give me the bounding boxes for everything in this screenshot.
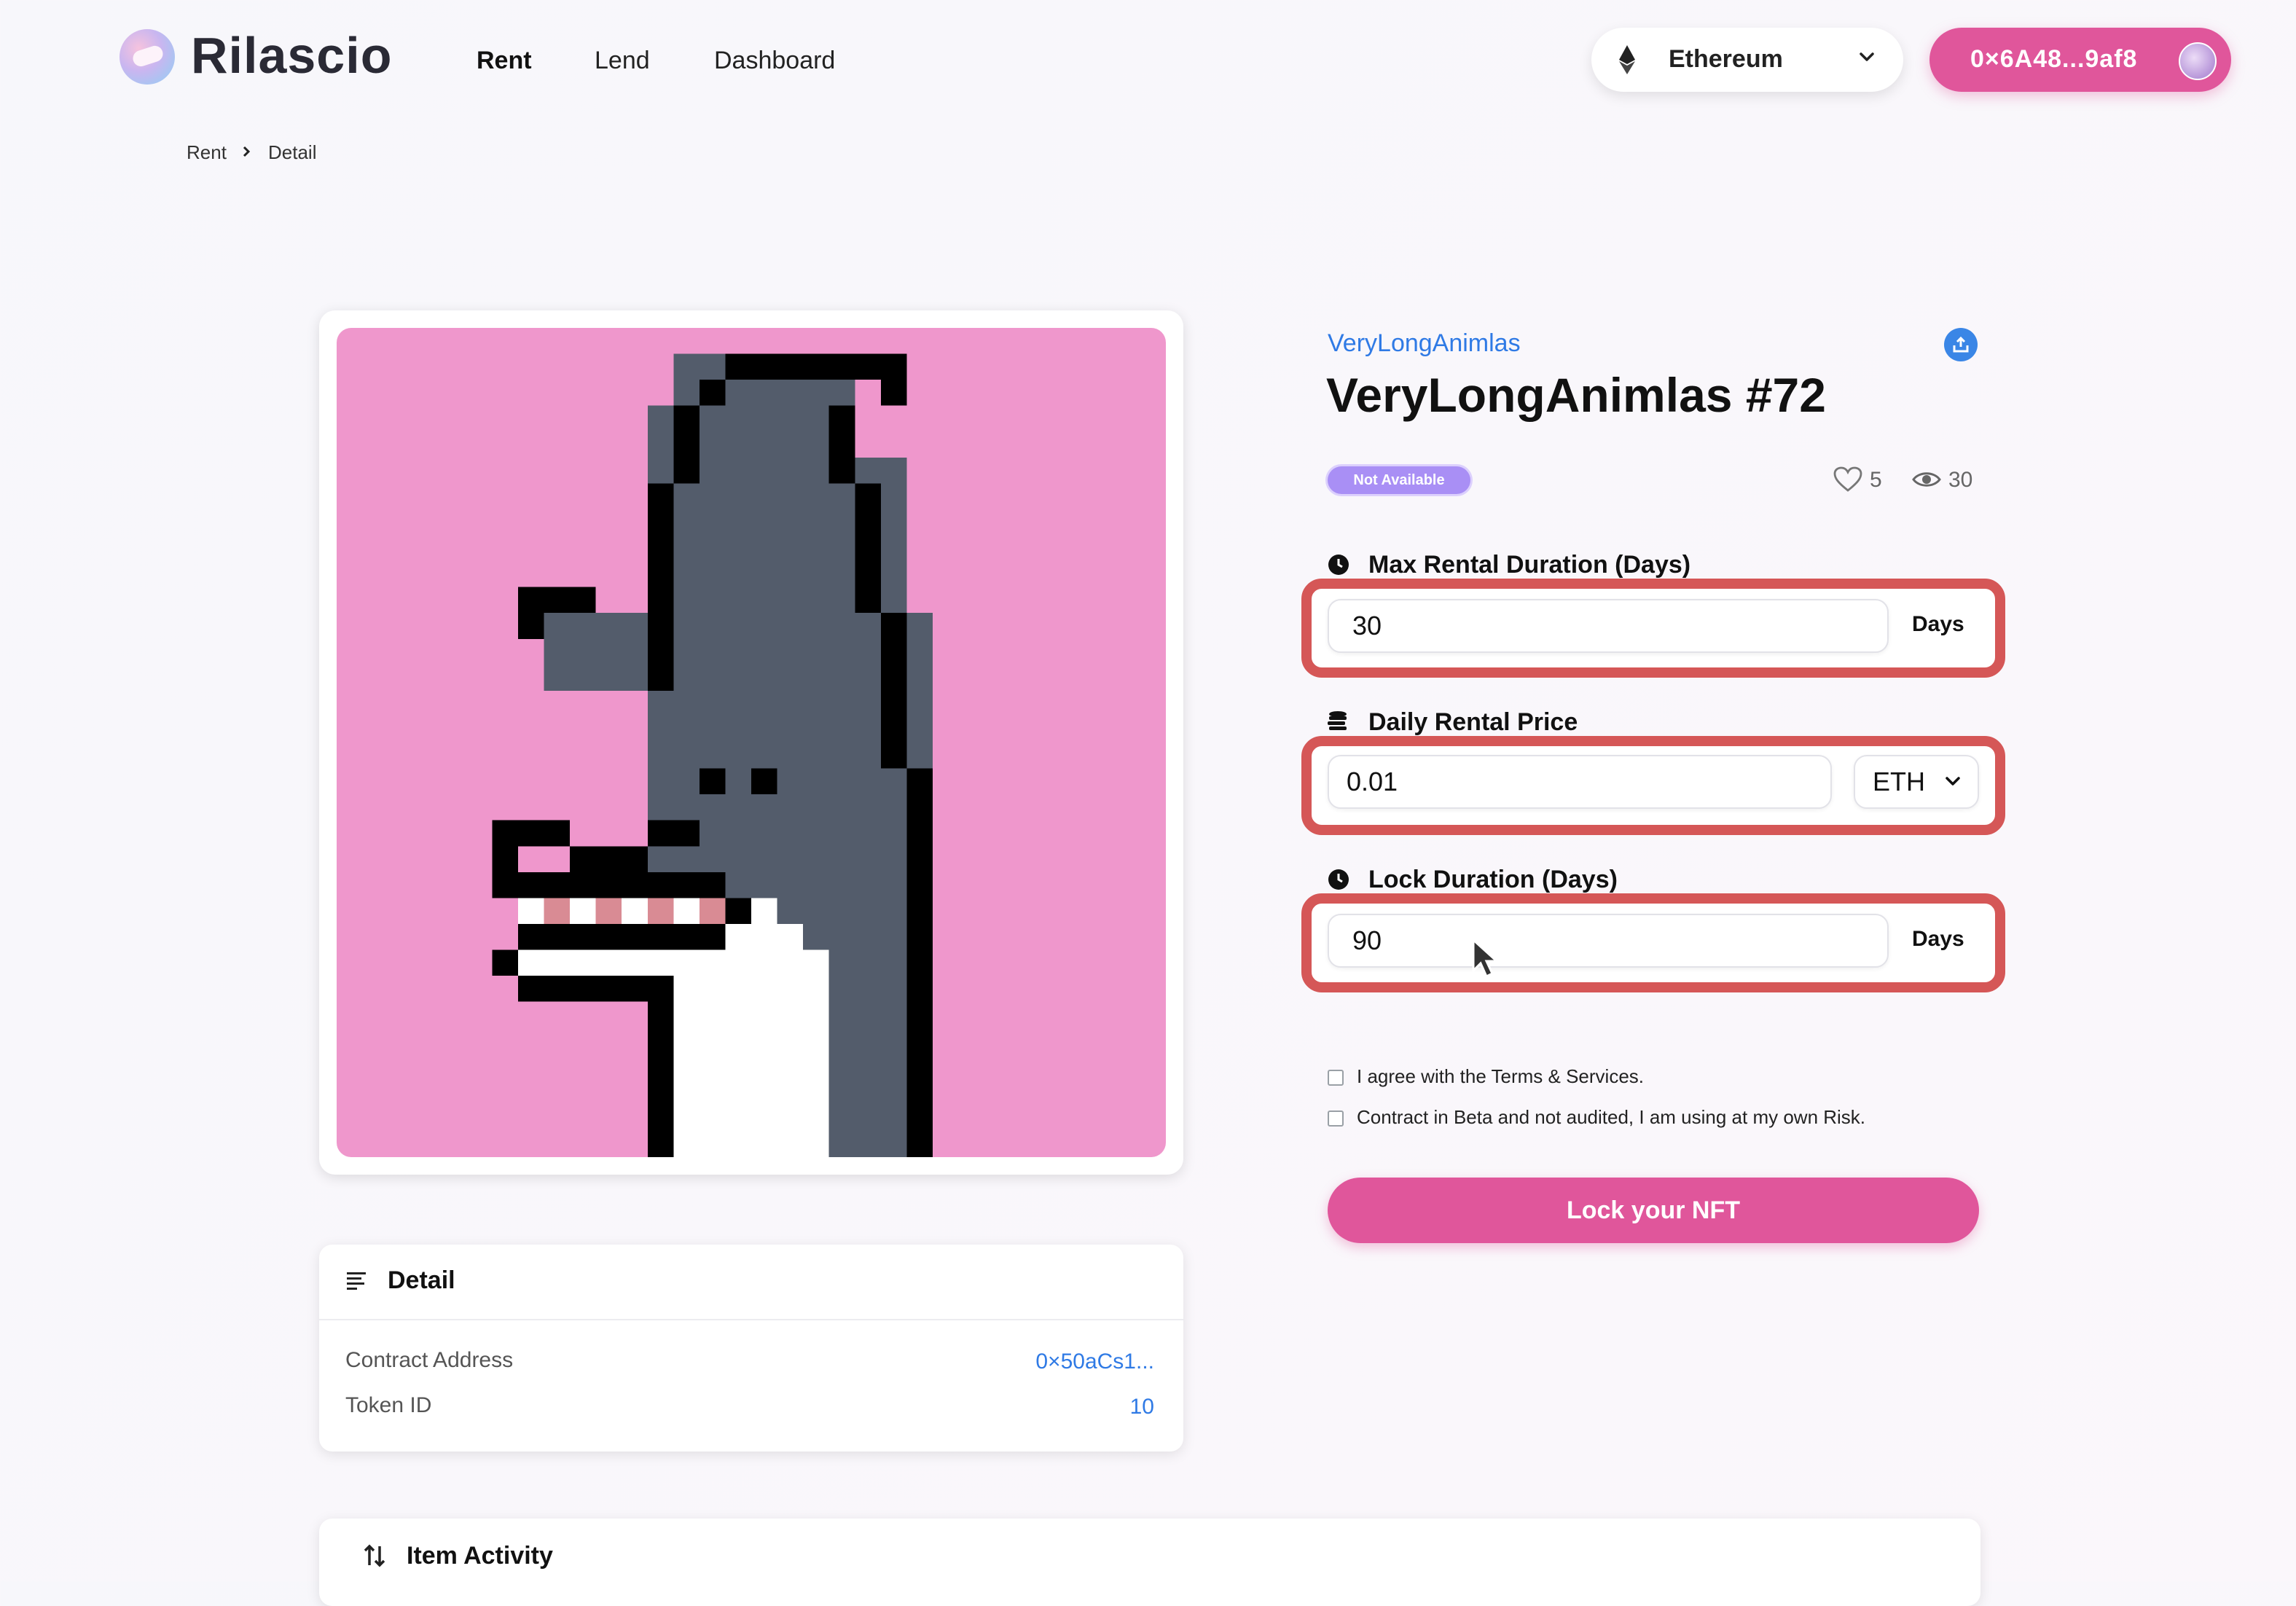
terms-label: I agree with the Terms & Services. — [1357, 1065, 1645, 1087]
lock-nft-button[interactable]: Lock your NFT — [1328, 1178, 1979, 1243]
status-badge: Not Available — [1328, 466, 1470, 494]
coins-icon — [1328, 711, 1347, 730]
item-activity-title: Item Activity — [407, 1542, 553, 1570]
lock-duration-value: 90 — [1352, 925, 1382, 955]
chevron-down-icon — [1946, 777, 1960, 786]
nft-image[interactable] — [337, 328, 1166, 1157]
max-duration-value: 30 — [1352, 611, 1382, 641]
ethereum-icon — [1619, 45, 1635, 74]
nav-lend[interactable]: Lend — [595, 47, 650, 75]
contract-address-link[interactable]: 0×50aCs1... — [1035, 1350, 1154, 1374]
nft-pixel-art — [492, 353, 933, 1157]
contract-address-label: Contract Address — [345, 1348, 514, 1372]
nav-dashboard[interactable]: Dashboard — [714, 47, 835, 75]
detail-card: Detail Contract Address 0×50aCs1... Toke… — [319, 1245, 1183, 1452]
avatar — [2179, 42, 2217, 80]
daily-price-label: Daily Rental Price — [1368, 708, 1578, 736]
terms-checkbox[interactable] — [1328, 1070, 1344, 1086]
risk-checkbox[interactable] — [1328, 1111, 1344, 1127]
max-duration-unit: Days — [1912, 612, 1964, 636]
collection-link[interactable]: VeryLongAnimlas — [1328, 329, 1521, 358]
heart-icon[interactable] — [1833, 466, 1862, 493]
lock-duration-label: Lock Duration (Days) — [1368, 866, 1618, 893]
currency-select[interactable]: ETH — [1854, 755, 1979, 809]
likes-count: 5 — [1870, 468, 1882, 492]
item-activity-card[interactable]: Item Activity — [319, 1519, 1980, 1606]
wallet-button[interactable]: 0×6A48...9af8 — [1929, 28, 2231, 92]
breadcrumb-rent[interactable]: Rent — [187, 141, 227, 164]
list-icon — [347, 1272, 366, 1290]
sort-arrows-icon — [364, 1544, 385, 1567]
token-id-value[interactable]: 10 — [1130, 1395, 1154, 1419]
nft-image-card — [319, 310, 1183, 1175]
detail-header[interactable]: Detail — [319, 1245, 1183, 1320]
lock-duration-unit: Days — [1912, 927, 1964, 951]
nav-rent[interactable]: Rent — [477, 47, 532, 75]
token-id-label: Token ID — [345, 1393, 432, 1417]
breadcrumb-detail: Detail — [268, 141, 317, 163]
daily-price-value: 0.01 — [1347, 767, 1398, 796]
daily-price-input[interactable]: 0.01 — [1328, 755, 1832, 809]
eye-icon — [1912, 472, 1941, 487]
network-selector[interactable]: Ethereum — [1591, 28, 1903, 92]
max-duration-input[interactable]: 30 — [1328, 599, 1889, 653]
chevron-down-icon — [1860, 52, 1874, 61]
risk-label: Contract in Beta and not audited, I am u… — [1357, 1106, 1866, 1128]
brand-logo-icon[interactable] — [119, 29, 175, 85]
max-duration-label: Max Rental Duration (Days) — [1368, 551, 1691, 579]
chevron-right-icon — [243, 146, 251, 157]
share-icon — [1953, 336, 1969, 353]
currency-value: ETH — [1873, 767, 1925, 796]
mouse-cursor-icon — [1472, 939, 1500, 979]
clock-icon — [1328, 555, 1349, 575]
detail-title: Detail — [388, 1266, 455, 1294]
brand-name[interactable]: Rilascio — [191, 26, 392, 85]
views-count: 30 — [1948, 468, 1973, 492]
share-button[interactable] — [1944, 328, 1978, 361]
lock-duration-input[interactable]: 90 — [1328, 914, 1889, 968]
nft-title: VeryLongAnimlas #72 — [1326, 368, 1826, 422]
clock-icon — [1328, 869, 1349, 890]
wallet-address: 0×6A48...9af8 — [1970, 45, 2138, 73]
network-label: Ethereum — [1669, 45, 1783, 73]
